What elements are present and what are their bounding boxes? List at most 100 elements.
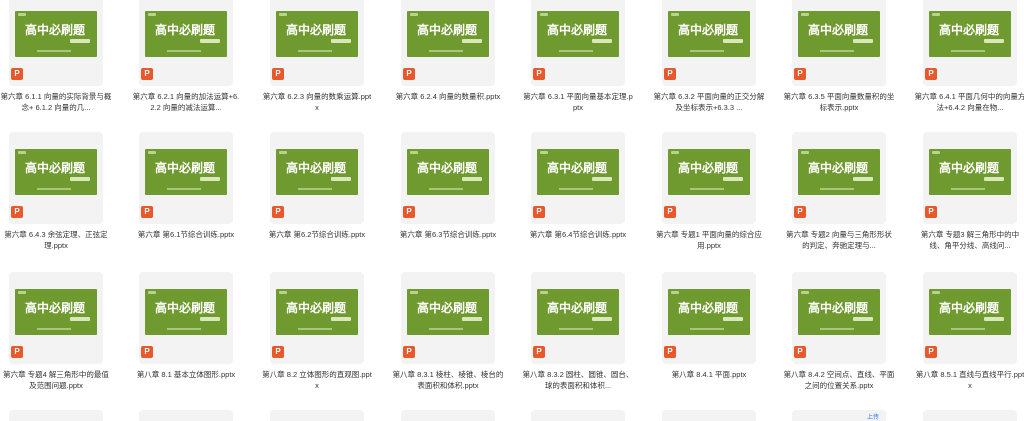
file-thumbnail[interactable]: 高中必刷题 P <box>531 0 625 86</box>
file-thumbnail[interactable]: 高中必刷题 P <box>792 0 886 86</box>
file-thumbnail[interactable]: 高中必刷题 P <box>531 272 625 364</box>
file-name[interactable]: 第六章 6.2.1 向量的加法运算+6.2.2 向量的减法运算... <box>130 91 242 113</box>
file-thumbnail[interactable]: 高中必刷题 P <box>270 0 364 86</box>
file-item[interactable]: 高中必刷题 P 第六章 第6.4节综合训练.pptx <box>522 132 634 240</box>
file-thumbnail-partial[interactable] <box>139 410 233 421</box>
powerpoint-icon: P <box>141 68 153 80</box>
file-thumbnail[interactable]: 高中必刷题 P <box>9 272 103 364</box>
slide-preview: 高中必刷题 <box>537 149 619 195</box>
file-name[interactable]: 第六章 专题4 解三角形中的最值及范围问题.pptx <box>0 369 112 391</box>
file-thumbnail[interactable]: 高中必刷题 P <box>662 0 756 86</box>
powerpoint-icon: P <box>141 346 153 358</box>
file-thumbnail[interactable]: 高中必刷题 P <box>139 132 233 224</box>
file-name[interactable]: 第八章 8.3.1 棱柱、棱锥、棱台的表面积和体积.pptx <box>392 369 504 391</box>
file-name[interactable]: 第六章 6.3.2 平面向量的正交分解及坐标表示+6.3.3 ... <box>653 91 765 113</box>
file-thumbnail[interactable]: 高中必刷题 P <box>531 132 625 224</box>
file-item[interactable]: 高中必刷题 P 第六章 6.3.1 平面向量基本定理.pptx <box>522 0 634 113</box>
slide-preview: 高中必刷题 <box>15 289 97 335</box>
slide-subtitle-line <box>559 328 593 330</box>
file-item[interactable]: 高中必刷题 P 第八章 8.4.2 空间点、直线、平面之间的位置关系.pptx <box>783 272 895 391</box>
slide-preview: 高中必刷题 <box>145 11 227 57</box>
slide-preview: 高中必刷题 <box>798 149 880 195</box>
slide-tag <box>984 177 1004 181</box>
file-item[interactable]: 高中必刷题 P 第八章 8.1 基本立体图形.pptx <box>130 272 242 380</box>
file-thumbnail-partial[interactable] <box>923 410 1017 421</box>
file-name[interactable]: 第八章 8.3.2 圆柱、圆锥、圆台、球的表面积和体积... <box>522 369 634 391</box>
slide-brand-title: 高中必刷题 <box>808 23 869 37</box>
file-thumbnail[interactable]: 高中必刷题 P <box>401 0 495 86</box>
file-thumbnail[interactable]: 高中必刷题 P <box>139 0 233 86</box>
file-name[interactable]: 第六章 6.3.5 平面向量数量积的坐标表示.pptx <box>783 91 895 113</box>
file-item[interactable]: 高中必刷题 P 第六章 6.3.5 平面向量数量积的坐标表示.pptx <box>783 0 895 113</box>
file-thumbnail[interactable]: 高中必刷题 P <box>9 0 103 86</box>
file-item[interactable]: 高中必刷题 P 第六章 6.4.3 余弦定理、正弦定理.pptx <box>0 132 112 251</box>
file-name[interactable]: 第六章 第6.3节综合训练.pptx <box>392 229 504 240</box>
file-name[interactable]: 第六章 第6.4节综合训练.pptx <box>522 229 634 240</box>
file-thumbnail[interactable]: 高中必刷题 P <box>792 272 886 364</box>
file-name[interactable]: 第六章 专题2 向量与三角形形状的判定、奔驰定理与... <box>783 229 895 251</box>
file-item[interactable]: 高中必刷题 P 第六章 6.2.4 向量的数量积.pptx <box>392 0 504 102</box>
file-item[interactable]: 高中必刷题 P 第六章 专题2 向量与三角形形状的判定、奔驰定理与... <box>783 132 895 251</box>
file-thumbnail[interactable]: 高中必刷题 P <box>270 132 364 224</box>
slide-tag <box>984 39 1004 43</box>
file-thumbnail[interactable]: 高中必刷题 P <box>270 272 364 364</box>
file-thumbnail[interactable]: 高中必刷题 P <box>401 132 495 224</box>
file-item[interactable]: 高中必刷题 P 第六章 专题4 解三角形中的最值及范围问题.pptx <box>0 272 112 391</box>
file-name[interactable]: 第六章 6.2.4 向量的数量积.pptx <box>392 91 504 102</box>
powerpoint-icon: P <box>925 346 937 358</box>
file-thumbnail-partial[interactable] <box>531 410 625 421</box>
slide-tag <box>331 177 351 181</box>
powerpoint-icon: P <box>664 68 676 80</box>
file-thumbnail-partial[interactable] <box>662 410 756 421</box>
file-name[interactable]: 第八章 8.4.2 空间点、直线、平面之间的位置关系.pptx <box>783 369 895 391</box>
file-name[interactable]: 第六章 第6.2节综合训练.pptx <box>261 229 373 240</box>
file-name[interactable]: 第八章 8.5.1 直线与直线平行.pptx <box>914 369 1024 391</box>
file-name[interactable]: 第六章 专题1 平面向量的综合应用.pptx <box>653 229 765 251</box>
slide-brand-title: 高中必刷题 <box>939 161 1000 175</box>
powerpoint-icon: P <box>925 68 937 80</box>
slide-tag <box>723 317 743 321</box>
file-thumbnail-partial[interactable] <box>401 410 495 421</box>
file-name[interactable]: 第八章 8.1 基本立体图形.pptx <box>130 369 242 380</box>
file-name[interactable]: 第六章 6.3.1 平面向量基本定理.pptx <box>522 91 634 113</box>
file-item[interactable]: 高中必刷题 P 第六章 第6.1节综合训练.pptx <box>130 132 242 240</box>
slide-logo-mark <box>410 13 418 16</box>
slide-subtitle-line <box>429 188 463 190</box>
file-thumbnail[interactable]: 高中必刷题 P <box>9 132 103 224</box>
file-thumbnail-partial[interactable]: 上传 <box>792 410 886 421</box>
file-thumbnail[interactable]: 高中必刷题 P <box>792 132 886 224</box>
file-thumbnail[interactable]: 高中必刷题 P <box>401 272 495 364</box>
file-thumbnail-partial[interactable] <box>270 410 364 421</box>
file-thumbnail-partial[interactable] <box>9 410 103 421</box>
file-name[interactable]: 第六章 6.4.3 余弦定理、正弦定理.pptx <box>0 229 112 251</box>
file-item[interactable]: 高中必刷题 P 第六章 6.2.3 向量的数乘运算.pptx <box>261 0 373 113</box>
file-name[interactable]: 第六章 第6.1节综合训练.pptx <box>130 229 242 240</box>
file-item[interactable]: 高中必刷题 P 第六章 6.1.1 向量的实际背景与概念+ 6.1.2 向量的几..… <box>0 0 112 113</box>
file-item[interactable]: 高中必刷题 P 第六章 6.3.2 平面向量的正交分解及坐标表示+6.3.3 ... <box>653 0 765 113</box>
file-name[interactable]: 第六章 6.2.3 向量的数乘运算.pptx <box>261 91 373 113</box>
file-item[interactable]: 高中必刷题 P 第六章 第6.3节综合训练.pptx <box>392 132 504 240</box>
file-name[interactable]: 第六章 6.4.1 平面几何中的向量方法+6.4.2 向量在物... <box>914 91 1024 113</box>
file-item[interactable]: 高中必刷题 P 第六章 6.2.1 向量的加法运算+6.2.2 向量的减法运算... <box>130 0 242 113</box>
file-item[interactable]: 高中必刷题 P 第八章 8.3.2 圆柱、圆锥、圆台、球的表面积和体积... <box>522 272 634 391</box>
file-item[interactable]: 高中必刷题 P 第八章 8.4.1 平面.pptx <box>653 272 765 380</box>
file-thumbnail[interactable]: 高中必刷题 P <box>662 272 756 364</box>
file-thumbnail[interactable]: 高中必刷题 P <box>923 272 1017 364</box>
file-item[interactable]: 高中必刷题 P 第八章 8.3.1 棱柱、棱锥、棱台的表面积和体积.pptx <box>392 272 504 391</box>
slide-logo-mark <box>801 13 809 16</box>
file-item[interactable]: 高中必刷题 P 第六章 专题1 平面向量的综合应用.pptx <box>653 132 765 251</box>
file-name[interactable]: 第八章 8.4.1 平面.pptx <box>653 369 765 380</box>
file-item[interactable]: 高中必刷题 P 第六章 第6.2节综合训练.pptx <box>261 132 373 240</box>
file-item[interactable]: 高中必刷题 P 第八章 8.5.1 直线与直线平行.pptx <box>914 272 1024 391</box>
file-item[interactable]: 高中必刷题 P 第八章 8.2 立体图形的直观图.pptx <box>261 272 373 391</box>
file-name[interactable]: 第六章 专题3 解三角形中的中线、角平分线、高线问... <box>914 229 1024 251</box>
file-item[interactable]: 高中必刷题 P 第六章 6.4.1 平面几何中的向量方法+6.4.2 向量在物... <box>914 0 1024 113</box>
slide-subtitle-line <box>690 50 724 52</box>
file-item[interactable]: 高中必刷题 P 第六章 专题3 解三角形中的中线、角平分线、高线问... <box>914 132 1024 251</box>
file-thumbnail[interactable]: 高中必刷题 P <box>139 272 233 364</box>
file-name[interactable]: 第八章 8.2 立体图形的直观图.pptx <box>261 369 373 391</box>
file-thumbnail[interactable]: 高中必刷题 P <box>923 132 1017 224</box>
file-thumbnail[interactable]: 高中必刷题 P <box>923 0 1017 86</box>
file-name[interactable]: 第六章 6.1.1 向量的实际背景与概念+ 6.1.2 向量的几... <box>0 91 112 113</box>
file-thumbnail[interactable]: 高中必刷题 P <box>662 132 756 224</box>
